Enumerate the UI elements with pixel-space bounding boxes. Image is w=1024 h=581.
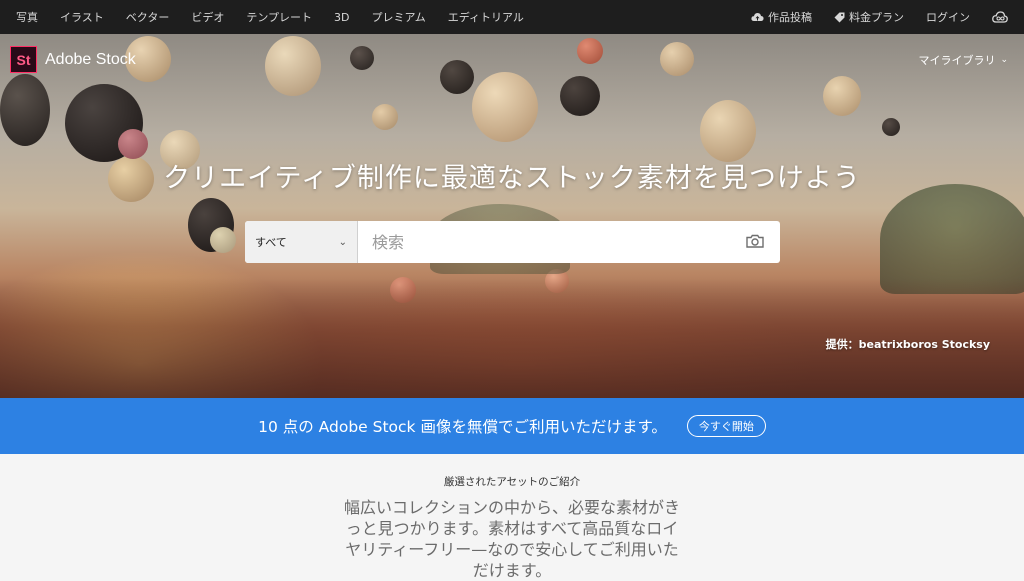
image-credit[interactable]: 提供：beatrixboros Stocksy (826, 336, 990, 352)
category-nav: 写真 イラスト ベクター ビデオ テンプレート 3D プレミアム エディトリアル (16, 9, 546, 25)
chevron-down-icon: ⌄ (338, 236, 347, 248)
search-category-label: すべて (255, 236, 287, 249)
brand-name: Adobe Stock (45, 50, 136, 68)
brand[interactable]: St Adobe Stock (10, 46, 136, 73)
hero-banner: St Adobe Stock マイライブラリ ⌄ クリエイティブ制作に最適なスト… (0, 34, 1024, 398)
creative-cloud-icon[interactable] (992, 11, 1008, 23)
balloon-decoration (577, 38, 603, 64)
nav-templates[interactable]: テンプレート (246, 9, 312, 25)
search-bar: すべて ⌄ (245, 221, 780, 263)
account-nav: 作品投稿 料金プラン ログイン (729, 9, 1008, 25)
featured-title: 厳選されたアセットのご紹介 (443, 476, 581, 488)
tag-icon (834, 12, 845, 23)
featured-section: 厳選されたアセットのご紹介 幅広いコレクションの中から、必要な素材がきっと見つか… (0, 454, 1024, 580)
upload-link[interactable]: 作品投稿 (751, 9, 812, 25)
nav-vectors[interactable]: ベクター (126, 9, 170, 25)
nav-photos[interactable]: 写真 (16, 9, 38, 25)
library-menu[interactable]: マイライブラリ ⌄ (918, 52, 1008, 68)
nav-videos[interactable]: ビデオ (191, 9, 224, 25)
balloon-decoration (660, 42, 694, 76)
camera-icon (746, 233, 764, 252)
balloon-decoration (560, 76, 600, 116)
balloon-decoration (440, 60, 474, 94)
top-nav: 写真 イラスト ベクター ビデオ テンプレート 3D プレミアム エディトリアル… (0, 0, 1024, 34)
free-trial-banner: 10 点の Adobe Stock 画像を無償でご利用いただけます。 今すぐ開始 (0, 398, 1024, 454)
upload-label: 作品投稿 (768, 11, 812, 24)
cloud-upload-icon (751, 12, 764, 23)
library-label: マイライブラリ (918, 54, 996, 67)
nav-editorial[interactable]: エディトリアル (448, 9, 524, 25)
nav-premium[interactable]: プレミアム (371, 9, 425, 25)
adobe-stock-logo: St (10, 46, 37, 73)
balloon-decoration (700, 100, 756, 162)
balloon-decoration (210, 227, 236, 253)
start-now-button[interactable]: 今すぐ開始 (686, 415, 766, 437)
search-category-select[interactable]: すべて ⌄ (245, 221, 358, 263)
hero-headline: クリエイティブ制作に最適なストック素材を見つけよう (163, 163, 861, 194)
login-link[interactable]: ログイン (926, 9, 970, 25)
search-input[interactable] (358, 221, 730, 263)
balloon-decoration (472, 72, 538, 142)
balloon-decoration (118, 129, 148, 159)
balloon-decoration (0, 74, 50, 146)
featured-description: 幅広いコレクションの中から、必要な素材がきっと見つかります。素材はすべて高品質な… (343, 498, 680, 580)
balloon-decoration (882, 118, 900, 136)
balloon-decoration (350, 46, 374, 70)
nav-illustrations[interactable]: イラスト (60, 9, 104, 25)
balloon-decoration (372, 104, 398, 130)
balloon-decoration (823, 76, 861, 116)
chevron-down-icon: ⌄ (1000, 55, 1008, 65)
nav-3d[interactable]: 3D (334, 11, 349, 24)
visual-search-button[interactable] (730, 221, 780, 263)
balloon-decoration (265, 36, 321, 96)
pricing-link[interactable]: 料金プラン (834, 9, 904, 25)
pricing-label: 料金プラン (849, 11, 904, 24)
promo-text: 10 点の Adobe Stock 画像を無償でご利用いただけます。 (258, 418, 667, 436)
